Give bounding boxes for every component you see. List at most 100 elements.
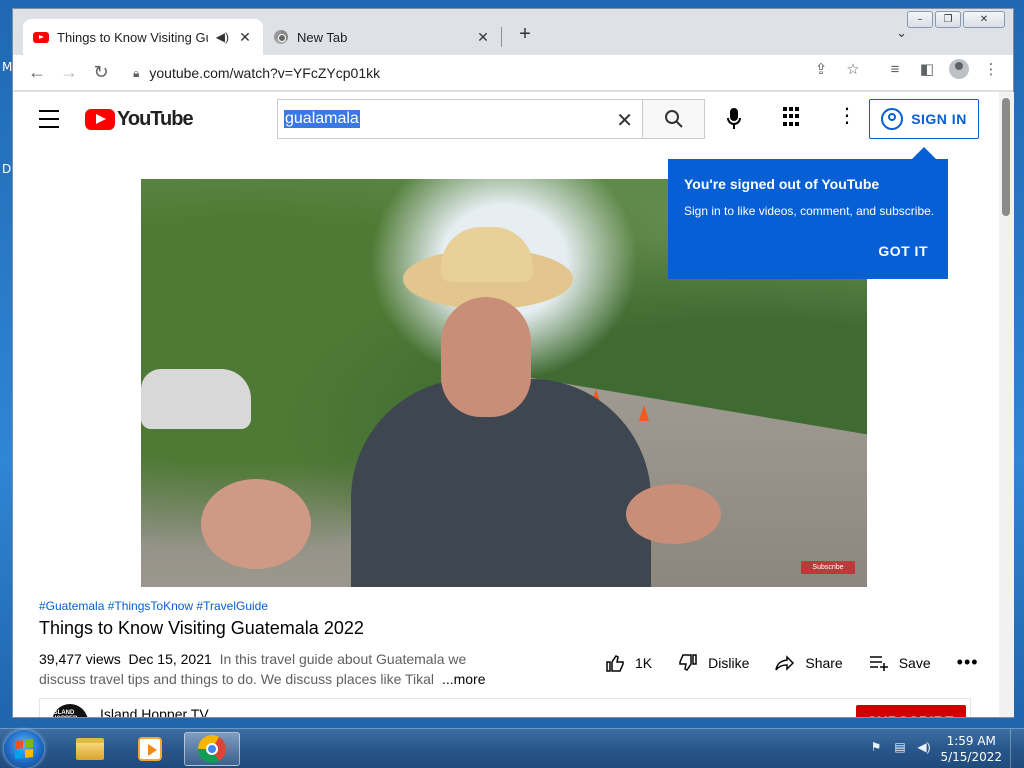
thumbs-up-icon xyxy=(606,654,624,672)
sign-in-button[interactable]: SIGN IN xyxy=(869,99,979,139)
back-arrow-icon[interactable]: ← xyxy=(21,59,53,87)
view-count: 39,477 views xyxy=(39,651,121,667)
video-subscribe-watermark[interactable]: Subscribe xyxy=(801,561,855,574)
like-button[interactable]: 1K xyxy=(605,653,652,673)
subscribe-button[interactable]: SUBSCRIBE xyxy=(856,705,966,717)
youtube-masthead: YouTube gualamala ✕ ⋮ SIGN IN xyxy=(13,92,999,148)
microphone-icon xyxy=(727,108,741,129)
video-title: Things to Know Visiting Guatemala 2022 xyxy=(39,618,364,638)
tab-strip: Things to Know Visiting Gua ◀) ✕ New Tab… xyxy=(13,9,1013,55)
forward-arrow-icon[interactable]: → xyxy=(53,59,85,87)
video-description-preview[interactable]: 39,477 views Dec 15, 2021 In this travel… xyxy=(39,649,495,689)
video-frame-hat-crown xyxy=(441,227,533,282)
save-label: Save xyxy=(898,654,931,671)
playlist-add-icon xyxy=(869,655,888,671)
search-button[interactable] xyxy=(642,99,705,139)
tab-search-button[interactable]: ⌄ xyxy=(896,25,907,41)
chrome-icon xyxy=(198,735,226,763)
network-icon[interactable]: ▤ xyxy=(892,739,908,755)
thumbs-down-icon xyxy=(679,653,697,671)
search-query[interactable]: gualamala xyxy=(284,110,360,128)
sign-in-label: SIGN IN xyxy=(911,111,967,127)
account-icon xyxy=(881,108,904,130)
video-frame-car xyxy=(141,369,251,429)
taskbar-clock[interactable]: 1:59 AM 5/15/2022 xyxy=(940,733,1002,765)
menu-hamburger-icon[interactable] xyxy=(39,110,59,134)
start-button[interactable] xyxy=(4,730,44,768)
chrome-menu-icon[interactable]: ⋮ xyxy=(975,60,1007,78)
video-actions: 1K Dislike Share Save ••• xyxy=(605,652,999,673)
youtube-page: YouTube gualamala ✕ ⋮ SIGN IN Subscribe … xyxy=(13,92,999,717)
more-dots-icon: ••• xyxy=(956,652,979,672)
reload-icon[interactable]: ↻ xyxy=(85,59,117,87)
browser-toolbar: ← → ↻ 🔒︎ youtube.com/watch?v=YFcZYcp01kk… xyxy=(13,55,1013,91)
tab-close-button[interactable]: ✕ xyxy=(237,29,253,46)
tab-close-button[interactable]: ✕ xyxy=(475,29,491,46)
desktop-icon-label[interactable]: D xyxy=(2,162,11,176)
share-button[interactable]: Share xyxy=(775,653,843,673)
media-player-icon xyxy=(138,737,162,761)
search-input[interactable]: gualamala ✕ xyxy=(277,99,643,139)
youtube-logo-text: YouTube xyxy=(117,108,194,130)
tab-title: Things to Know Visiting Gua xyxy=(57,29,208,45)
video-frame-face xyxy=(441,297,531,417)
signed-out-tooltip: You're signed out of YouTube Sign in to … xyxy=(668,147,948,279)
clear-search-icon[interactable]: ✕ xyxy=(616,108,633,133)
tab-divider xyxy=(501,27,502,47)
channel-owner-row: ISLAND HOPPER Island Hopper TV SUBSCRIBE xyxy=(39,698,971,717)
got-it-button[interactable]: GOT IT xyxy=(878,243,928,259)
chrome-window: – ❐ ✕ Things to Know Visiting Gua ◀) ✕ N… xyxy=(12,8,1014,718)
side-panel-icon[interactable]: ◧ xyxy=(911,60,943,78)
youtube-favicon-icon xyxy=(33,29,49,45)
desktop-icon-label[interactable]: M xyxy=(2,60,12,74)
video-hashtags[interactable]: #Guatemala #ThingsToKnow #TravelGuide xyxy=(39,599,268,613)
channel-name[interactable]: Island Hopper TV xyxy=(100,706,209,717)
action-center-icon[interactable]: ⚑ xyxy=(868,739,884,755)
speaker-icon[interactable]: ◀) xyxy=(216,30,229,44)
share-label: Share xyxy=(805,654,843,671)
tooltip-body: Sign in to like videos, comment, and sub… xyxy=(684,204,935,218)
show-more-link[interactable]: ...more xyxy=(442,671,486,687)
windows-logo-icon xyxy=(15,739,33,759)
taskbar-chrome[interactable] xyxy=(184,732,240,766)
volume-icon[interactable]: ◀) xyxy=(916,739,932,755)
system-tray: ⚑ ▤ ◀) xyxy=(868,739,932,755)
profile-avatar-icon[interactable] xyxy=(949,59,969,79)
upload-date: Dec 15, 2021 xyxy=(128,651,212,667)
save-button[interactable]: Save xyxy=(869,653,931,673)
youtube-logo[interactable]: YouTube xyxy=(85,108,194,131)
media-control-icon[interactable]: ≡ xyxy=(879,61,911,78)
folder-icon xyxy=(76,738,104,760)
tab-new-tab[interactable]: New Tab ✕ xyxy=(263,19,501,55)
share-arrow-icon xyxy=(775,654,795,671)
like-count: 1K xyxy=(635,654,653,671)
tab-youtube-video[interactable]: Things to Know Visiting Gua ◀) ✕ xyxy=(23,19,263,55)
youtube-logo-icon xyxy=(85,109,115,130)
windows-taskbar: ⚑ ▤ ◀) 1:59 AM 5/15/2022 xyxy=(0,728,1024,768)
show-desktop-button[interactable] xyxy=(1010,729,1024,768)
clock-date: 5/15/2022 xyxy=(940,750,1002,764)
toolbar-actions: ⇪ ☆ ≡ ◧ ⋮ xyxy=(805,59,1007,79)
taskbar-explorer[interactable] xyxy=(62,732,118,766)
chrome-favicon-icon xyxy=(273,29,289,45)
search-icon xyxy=(664,110,683,128)
taskbar-media-player[interactable] xyxy=(122,732,178,766)
scrollbar-thumb[interactable] xyxy=(1002,98,1010,216)
apps-grid-icon[interactable] xyxy=(783,107,803,127)
bookmark-star-icon[interactable]: ☆ xyxy=(837,60,869,78)
voice-search-button[interactable] xyxy=(719,104,749,134)
tooltip-title: You're signed out of YouTube xyxy=(684,176,880,192)
share-page-icon[interactable]: ⇪ xyxy=(805,60,837,78)
video-frame-hand xyxy=(626,484,721,544)
settings-more-icon[interactable]: ⋮ xyxy=(837,106,857,126)
video-frame-hand xyxy=(201,479,311,569)
new-tab-button[interactable]: + xyxy=(513,23,537,46)
clock-time: 1:59 AM xyxy=(946,734,996,748)
tab-title: New Tab xyxy=(297,29,348,45)
lock-icon[interactable]: 🔒︎ xyxy=(133,66,139,81)
channel-avatar[interactable]: ISLAND HOPPER xyxy=(52,704,88,717)
more-actions-button[interactable]: ••• xyxy=(957,652,979,673)
dislike-label: Dislike xyxy=(708,654,750,671)
dislike-button[interactable]: Dislike xyxy=(678,653,749,673)
page-scrollbar[interactable] xyxy=(999,92,1014,717)
